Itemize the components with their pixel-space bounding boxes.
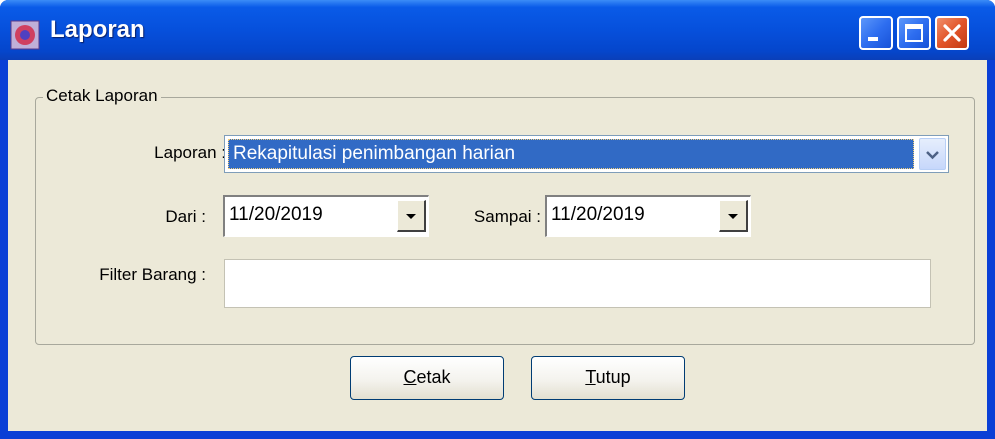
- minimize-button[interactable]: [859, 16, 893, 50]
- group-title: Cetak Laporan: [43, 86, 161, 106]
- close-icon: [943, 24, 961, 42]
- cetak-laporan-group: Cetak Laporan Laporan : Rekapitulasi pen…: [35, 86, 975, 345]
- dropdown-arrow-icon: [406, 214, 416, 219]
- maximize-button[interactable]: [897, 16, 931, 50]
- maximize-icon: [905, 24, 923, 42]
- dari-date-value: 11/20/2019: [229, 204, 323, 225]
- app-icon: [10, 20, 40, 50]
- dropdown-arrow-icon: [728, 214, 738, 219]
- report-window: Laporan Cetak Laporan Laporan : Rekapitu…: [0, 0, 995, 439]
- tutup-button[interactable]: Tutup: [531, 356, 685, 400]
- close-button[interactable]: [935, 16, 969, 50]
- title-bar[interactable]: Laporan: [0, 0, 995, 60]
- window-title: Laporan: [50, 16, 145, 43]
- cetak-button[interactable]: Cetak: [350, 356, 504, 400]
- laporan-select[interactable]: Rekapitulasi penimbangan harian: [224, 135, 949, 173]
- dialog-body: Cetak Laporan Laporan : Rekapitulasi pen…: [8, 60, 987, 431]
- tutup-label: utup: [595, 367, 631, 387]
- dari-label: Dari :: [165, 207, 206, 226]
- sampai-calendar-button[interactable]: [719, 200, 748, 232]
- filter-barang-input[interactable]: [224, 259, 931, 308]
- sampai-date-picker[interactable]: 11/20/2019: [545, 195, 751, 237]
- sampai-label: Sampai :: [473, 207, 541, 226]
- cetak-mnemonic: C: [403, 367, 417, 387]
- laporan-dropdown-button[interactable]: [919, 138, 946, 170]
- tutup-mnemonic: T: [585, 367, 596, 387]
- cetak-label: etak: [416, 367, 451, 387]
- dari-calendar-button[interactable]: [397, 200, 426, 232]
- sampai-date-value: 11/20/2019: [551, 204, 645, 225]
- filter-barang-label: Filter Barang :: [99, 265, 206, 284]
- dari-date-picker[interactable]: 11/20/2019: [223, 195, 429, 237]
- minimize-icon: [868, 37, 878, 41]
- laporan-label: Laporan :: [154, 143, 226, 162]
- chevron-down-icon: [926, 151, 939, 160]
- laporan-selected-value: Rekapitulasi penimbangan harian: [228, 139, 914, 169]
